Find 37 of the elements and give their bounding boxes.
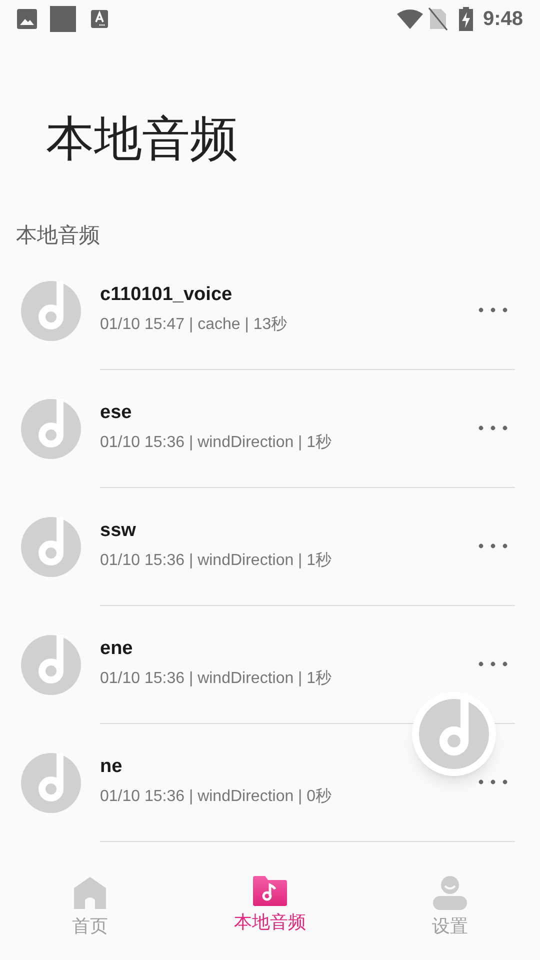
track-name[interactable]: c110101_voice [100, 282, 515, 308]
no-sim-icon [428, 7, 448, 31]
track-meta: 01/10 15:36 | windDirection | 1秒 [100, 550, 333, 570]
track-meta: 01/10 15:36 | windDirection | 0秒 [100, 786, 333, 806]
disc-icon [21, 281, 81, 341]
section-label: 本地音频 [16, 223, 101, 249]
track-name[interactable]: ne [100, 754, 515, 780]
track-name[interactable]: ssw [100, 518, 515, 544]
nav-tab[interactable]: 本地音频 [180, 872, 360, 960]
page-title: 本地音频 [46, 112, 239, 168]
nav-label: 设置 [432, 915, 468, 938]
square-icon [50, 6, 76, 32]
home-icon [73, 876, 107, 910]
wifi-icon [396, 9, 423, 29]
disc-icon [21, 635, 81, 695]
person-icon [433, 876, 467, 910]
nav-label: 本地音频 [234, 911, 306, 934]
track-meta: 01/10 15:36 | windDirection | 1秒 [100, 668, 333, 688]
disc-icon [21, 399, 81, 459]
text-icon [91, 10, 108, 28]
more-icon[interactable] [478, 425, 508, 431]
more-icon[interactable] [478, 543, 508, 549]
disc-icon [21, 753, 81, 813]
more-icon[interactable] [478, 307, 508, 313]
more-icon[interactable] [478, 661, 508, 667]
disc-icon [419, 699, 489, 769]
track-name[interactable]: ene [100, 636, 515, 662]
battery-charging-icon [458, 7, 473, 31]
more-icon[interactable] [478, 779, 508, 785]
track-name[interactable]: ese [100, 400, 515, 426]
status-time: 9:48 [482, 7, 523, 32]
image-icon [17, 9, 37, 29]
disc-icon [21, 517, 81, 577]
track-meta: 01/10 15:36 | windDirection | 1秒 [100, 432, 333, 452]
music-folder-icon [253, 876, 287, 906]
nav-label: 首页 [72, 915, 108, 938]
track-meta: 01/10 15:47 | cache | 13秒 [100, 314, 288, 334]
